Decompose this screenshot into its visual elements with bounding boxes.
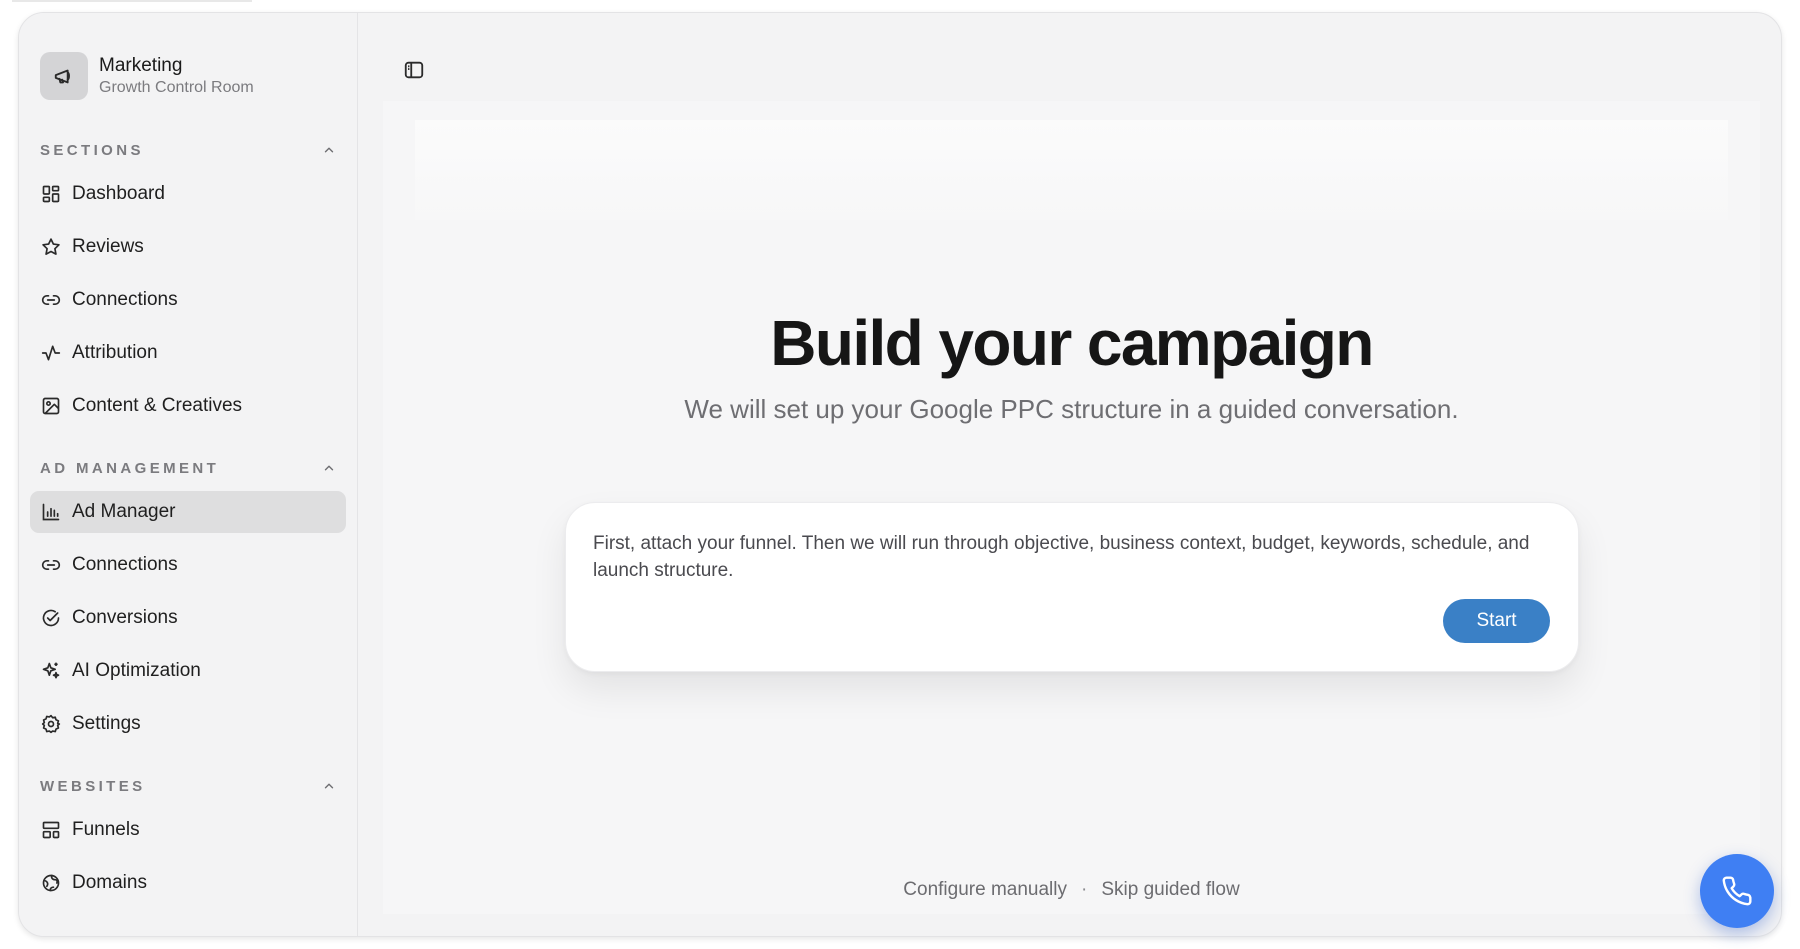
- bar-chart-icon: [40, 501, 62, 523]
- sidebar-item-label: Connections: [72, 554, 178, 575]
- sidebar-item-label: Settings: [72, 713, 141, 734]
- star-icon: [40, 236, 62, 258]
- check-circle-icon: [40, 607, 62, 629]
- app-window: Marketing Growth Control Room SECTIONS D…: [18, 12, 1782, 937]
- sidebar-item-attribution[interactable]: Attribution: [30, 332, 346, 374]
- sparkles-icon: [40, 660, 62, 682]
- chevron-up-icon[interactable]: [322, 461, 336, 475]
- link-icon: [40, 554, 62, 576]
- sidebar-item-label: Reviews: [72, 236, 144, 257]
- section-header-ad-management[interactable]: AD MANAGEMENT: [40, 458, 336, 478]
- brand[interactable]: Marketing Growth Control Room: [40, 52, 254, 100]
- sidebar-item-label: Connections: [72, 289, 178, 310]
- globe-icon: [40, 872, 62, 894]
- dashboard-icon: [40, 183, 62, 205]
- brand-subtitle: Growth Control Room: [99, 78, 254, 96]
- brand-title: Marketing: [99, 54, 183, 76]
- footer-links: Configure manually · Skip guided flow: [383, 879, 1760, 901]
- layout-icon: [40, 819, 62, 841]
- sidebar-item-label: Funnels: [72, 819, 140, 840]
- sidebar-item-label: Content & Creatives: [72, 395, 243, 416]
- gear-icon: [40, 713, 62, 735]
- top-banner: [415, 120, 1728, 220]
- sidebar-toggle-icon[interactable]: [401, 57, 427, 83]
- sidebar-item-connections-ads[interactable]: Connections: [30, 544, 346, 586]
- sidebar-item-label: Ad Manager: [72, 501, 176, 522]
- separator: ·: [1081, 879, 1088, 900]
- sidebar-item-label: Domains: [72, 872, 147, 893]
- sidebar-item-dashboard[interactable]: Dashboard: [30, 173, 346, 215]
- main-area: Build your campaign We will set up your …: [359, 13, 1781, 936]
- intro-message: First, attach your funnel. Then we will …: [593, 533, 1530, 581]
- sidebar-item-label: AI Optimization: [72, 660, 201, 681]
- sidebar-item-label: Dashboard: [72, 183, 165, 204]
- sidebar-item-conversions[interactable]: Conversions: [30, 597, 346, 639]
- activity-icon: [40, 342, 62, 364]
- start-button[interactable]: Start: [1443, 599, 1550, 643]
- page-title: Build your campaign: [770, 307, 1374, 379]
- skip-guided-flow-link[interactable]: Skip guided flow: [1101, 879, 1239, 900]
- sidebar-item-label: Attribution: [72, 342, 158, 363]
- campaign-builder-panel: Build your campaign We will set up your …: [383, 101, 1760, 914]
- sidebar-item-settings[interactable]: Settings: [30, 703, 346, 745]
- phone-call-button[interactable]: [1700, 854, 1774, 928]
- sidebar-item-content-creatives[interactable]: Content & Creatives: [30, 385, 346, 427]
- top-edge-line: [12, 0, 252, 2]
- sidebar: Marketing Growth Control Room SECTIONS D…: [19, 13, 358, 936]
- page-subtitle: We will set up your Google PPC structure…: [684, 394, 1459, 424]
- sidebar-item-label: Conversions: [72, 607, 178, 628]
- chevron-up-icon[interactable]: [322, 779, 336, 793]
- sidebar-item-ai-optimization[interactable]: AI Optimization: [30, 650, 346, 692]
- sidebar-item-ad-manager[interactable]: Ad Manager: [30, 491, 346, 533]
- section-title: WEBSITES: [40, 777, 146, 795]
- image-icon: [40, 395, 62, 417]
- sidebar-item-connections[interactable]: Connections: [30, 279, 346, 321]
- section-header-websites[interactable]: WEBSITES: [40, 776, 336, 796]
- guided-intro-card: First, attach your funnel. Then we will …: [565, 502, 1579, 672]
- sidebar-item-domains[interactable]: Domains: [30, 862, 346, 904]
- phone-icon: [1721, 875, 1753, 907]
- section-title: AD MANAGEMENT: [40, 459, 220, 477]
- section-title: SECTIONS: [40, 141, 144, 159]
- megaphone-icon: [40, 52, 88, 100]
- link-icon: [40, 289, 62, 311]
- chevron-up-icon[interactable]: [322, 143, 336, 157]
- sidebar-item-funnels[interactable]: Funnels: [30, 809, 346, 851]
- sidebar-item-reviews[interactable]: Reviews: [30, 226, 346, 268]
- section-header-sections[interactable]: SECTIONS: [40, 140, 336, 160]
- configure-manually-link[interactable]: Configure manually: [903, 879, 1067, 900]
